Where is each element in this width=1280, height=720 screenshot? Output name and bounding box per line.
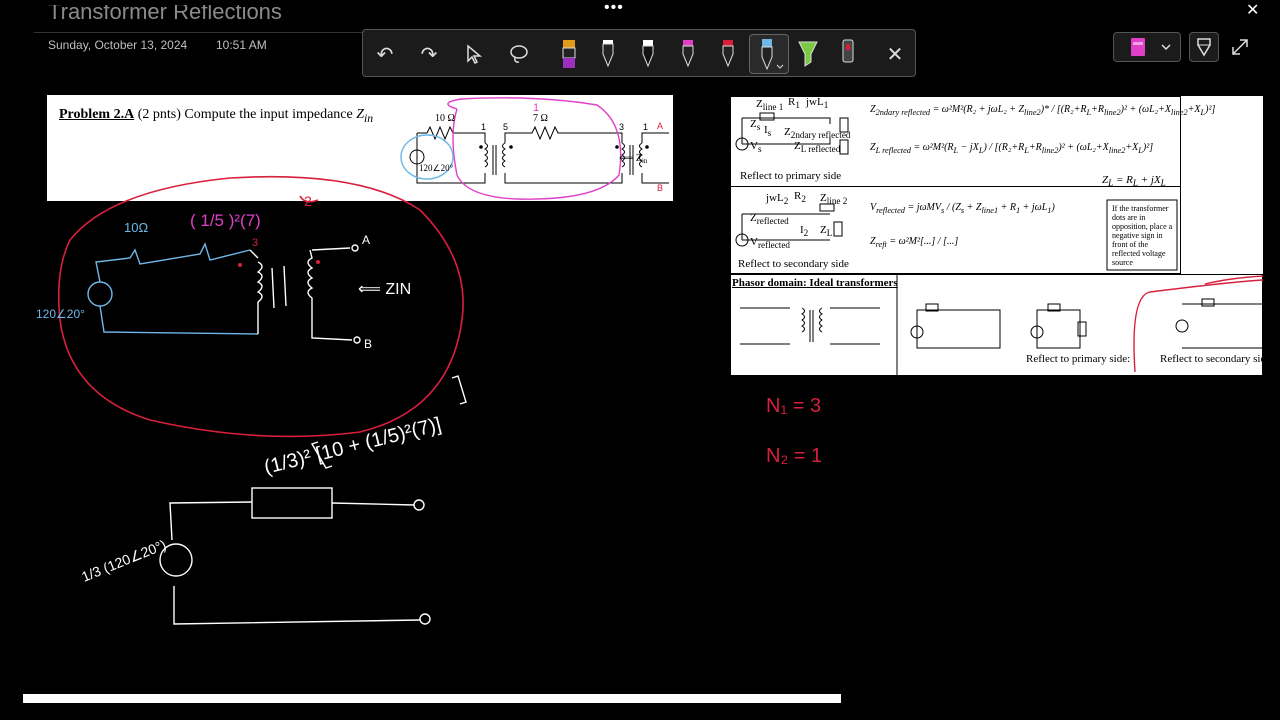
ink-source-label: 120∠20° — [36, 307, 85, 321]
ink-ratio-label: ( 1/5 )²(7) — [190, 211, 261, 230]
ink-canvas[interactable]: 10Ω ( 1/5 )²(7) 3 2 120∠20° ⟸ ZIN A B (1… — [0, 0, 1280, 720]
ink-terminal-a: A — [362, 233, 370, 247]
horizontal-scrollbar[interactable] — [23, 694, 841, 703]
ink-n2: N₂ = 1 — [766, 445, 822, 467]
ink-mark-2: 2 — [304, 193, 312, 209]
ink-zin-label: ⟸ ZIN — [358, 281, 411, 298]
ink-n1: N₁ = 3 — [766, 395, 821, 417]
ink-mark-3: 3 — [252, 237, 258, 249]
ink-terminal-b: B — [364, 337, 372, 351]
ink-source-scaled: 1/3 (120∠20°) — [79, 536, 168, 584]
ink-resistor-label: 10Ω — [124, 220, 148, 235]
ink-impedance-expression: (1/3)² [10 + (1/5)²(7)] — [262, 414, 444, 479]
